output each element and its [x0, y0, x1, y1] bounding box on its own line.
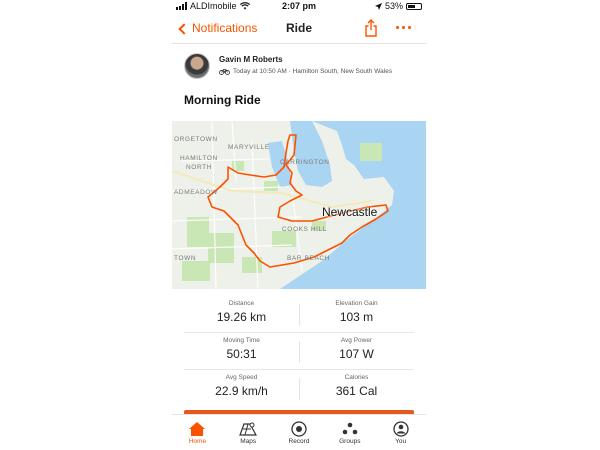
- map-label-hamilton: HAMILTON: [180, 155, 218, 162]
- stat-avg-power: Avg Power 107 W: [299, 337, 414, 361]
- stat-calories: Calories 361 Cal: [299, 374, 414, 398]
- map-label-georgetown: ORGETOWN: [174, 136, 218, 143]
- map-label-broadmeadow: ADMEADOW: [174, 189, 218, 196]
- tab-record[interactable]: Record: [274, 415, 325, 450]
- stat-value: 22.9 km/h: [215, 384, 268, 398]
- you-icon: [392, 420, 410, 437]
- map-label-carrington: CARRINGTON: [280, 159, 330, 166]
- location-icon: [374, 2, 382, 10]
- phone-screen: ALDImobile 2:07 pm 53% Notifications Rid…: [172, 0, 426, 450]
- maps-icon: [239, 420, 258, 437]
- stat-value: 103 m: [339, 310, 374, 324]
- tab-label: Groups: [339, 438, 361, 445]
- stat-label: Calories: [344, 374, 369, 381]
- map-label-bar-beach: BAR BEACH: [287, 255, 330, 262]
- stat-label: Moving Time: [223, 337, 260, 344]
- stat-value: 19.26 km: [216, 310, 267, 324]
- stats-row: Moving Time 50:31 Avg Power 107 W: [184, 333, 414, 370]
- nav-bar: Notifications Ride: [172, 14, 426, 44]
- battery-icon: [406, 2, 422, 10]
- activity-meta-text: Today at 10:50 AM · Hamilton South, New …: [233, 68, 393, 75]
- record-icon: [290, 420, 308, 437]
- groups-icon: [341, 420, 359, 437]
- map-label-maryville: MARYVILLE: [228, 144, 270, 151]
- map-label-north: NORTH: [186, 164, 212, 171]
- stat-distance: Distance 19.26 km: [184, 300, 299, 324]
- bike-icon: [219, 69, 230, 75]
- tab-label: Maps: [240, 438, 257, 445]
- stat-value: 361 Cal: [335, 384, 378, 398]
- tab-home[interactable]: Home: [172, 415, 223, 450]
- athlete-header: Gavin M Roberts Today at 10:50 AM · Hami…: [184, 52, 414, 82]
- status-right: 53%: [374, 1, 422, 11]
- share-icon[interactable]: [364, 19, 378, 37]
- home-icon: [188, 420, 206, 437]
- stats-grid: Distance 19.26 km Elevation Gain 103 m M…: [184, 296, 414, 407]
- map-label-cooks-hill: COOKS HILL: [282, 226, 328, 233]
- stat-label: Avg Power: [340, 337, 373, 344]
- stat-moving-time: Moving Time 50:31: [184, 337, 299, 361]
- stat-value: 50:31: [226, 347, 257, 361]
- map-label-newcastle: Newcastle: [322, 205, 378, 219]
- map-canvas: [172, 121, 426, 289]
- tab-label: Record: [288, 438, 310, 445]
- tab-label: Home: [188, 438, 207, 445]
- page-title: Ride: [285, 21, 312, 35]
- stat-label: Distance: [228, 300, 255, 307]
- map-label-town: TOWN: [174, 255, 197, 262]
- stat-elevation-gain: Elevation Gain 103 m: [299, 300, 414, 324]
- route-map[interactable]: ORGETOWN MARYVILLE CARRINGTON HAMILTON N…: [172, 121, 426, 289]
- avatar[interactable]: [184, 53, 210, 79]
- battery-percent: 53%: [384, 1, 403, 11]
- more-icon[interactable]: [396, 26, 411, 29]
- tab-maps[interactable]: Maps: [223, 415, 274, 450]
- status-bar: ALDImobile 2:07 pm 53%: [172, 0, 426, 13]
- stat-avg-speed: Avg Speed 22.9 km/h: [184, 374, 299, 398]
- stats-row: Distance 19.26 km Elevation Gain 103 m: [184, 296, 414, 333]
- activity-meta: Today at 10:50 AM · Hamilton South, New …: [219, 68, 392, 75]
- tab-groups[interactable]: Groups: [324, 415, 375, 450]
- tab-label: You: [395, 438, 407, 445]
- stat-value: 107 W: [339, 347, 374, 361]
- stat-label: Avg Speed: [225, 374, 258, 381]
- stat-label: Elevation Gain: [335, 300, 378, 307]
- tab-bar: Home Maps Record Groups You: [172, 414, 426, 450]
- stats-row: Avg Speed 22.9 km/h Calories 361 Cal: [184, 370, 414, 407]
- athlete-name[interactable]: Gavin M Roberts: [219, 55, 283, 64]
- activity-title: Morning Ride: [184, 93, 261, 107]
- tab-you[interactable]: You: [375, 415, 426, 450]
